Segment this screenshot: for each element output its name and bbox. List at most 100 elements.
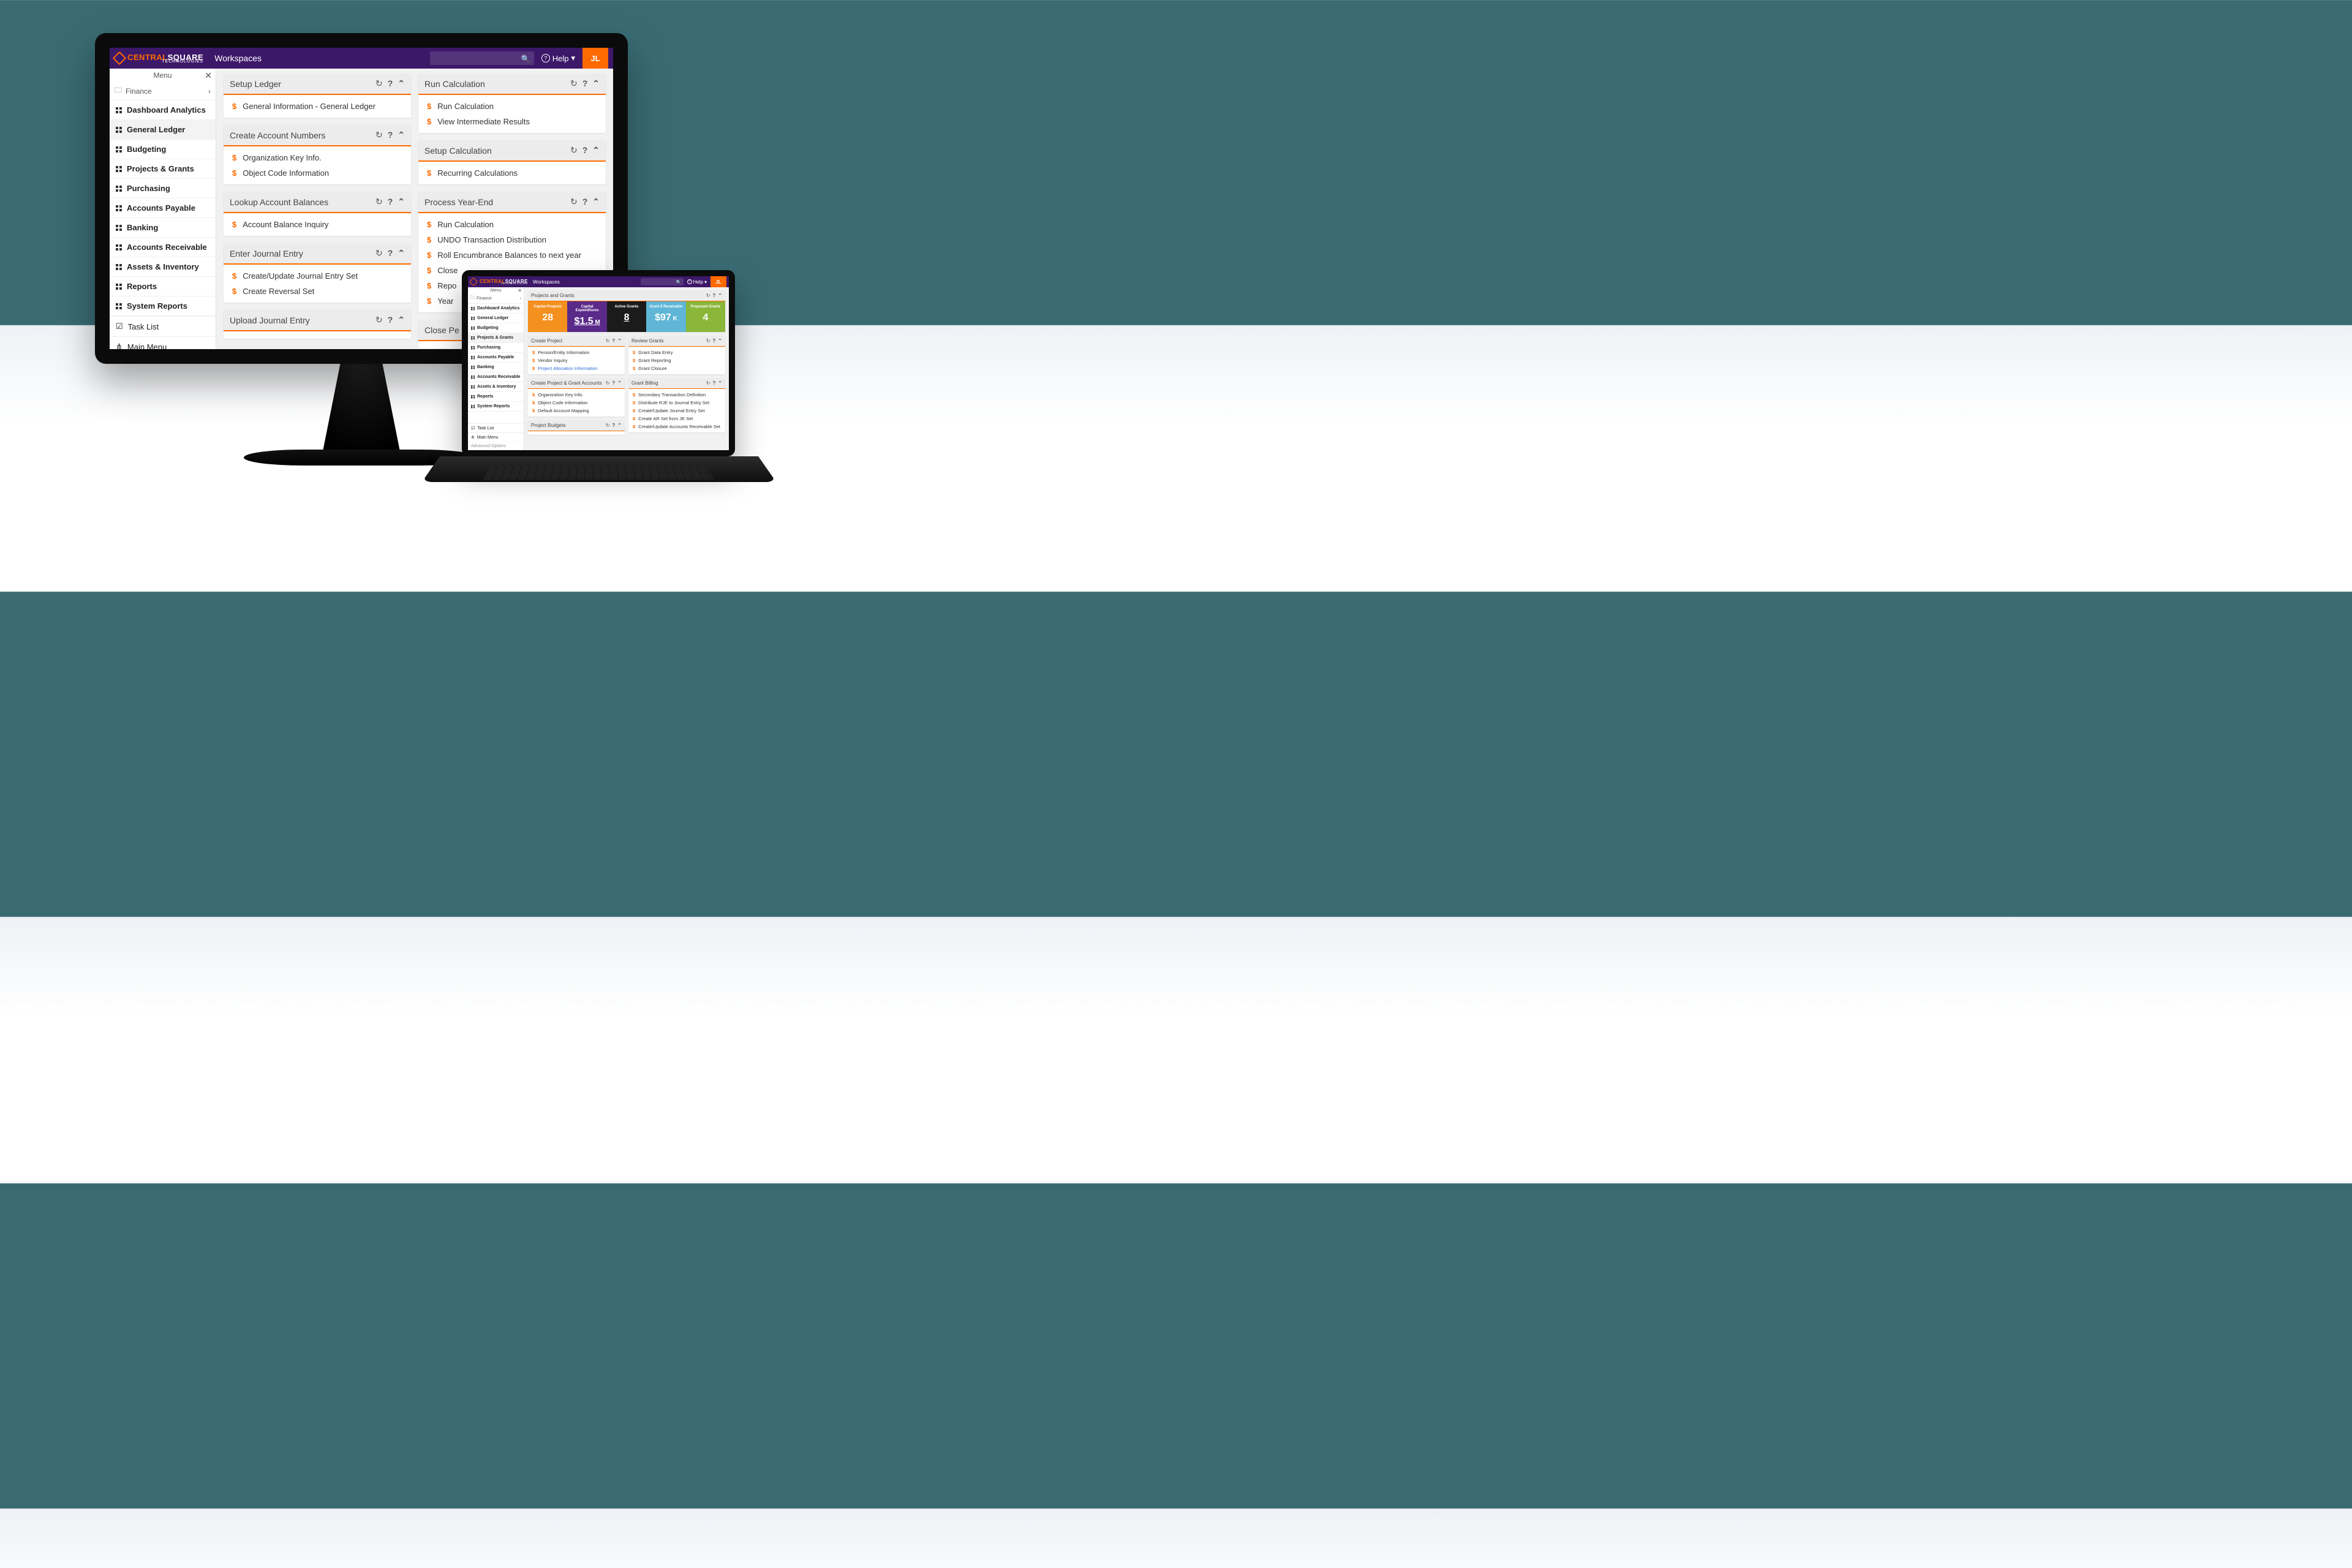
sidebar-item[interactable]: Accounts Receivable bbox=[468, 372, 524, 382]
refresh-icon[interactable] bbox=[706, 293, 710, 298]
help-icon[interactable] bbox=[582, 78, 588, 89]
card-item[interactable]: $Secondary Transaction Definition bbox=[628, 391, 725, 399]
chevup-icon[interactable] bbox=[718, 380, 722, 386]
chevup-icon[interactable] bbox=[592, 145, 600, 156]
refresh-icon[interactable] bbox=[606, 380, 610, 386]
card-item[interactable]: $Recurring Calculations bbox=[418, 165, 606, 181]
card-item[interactable]: $Create/Update Journal Entry Set bbox=[224, 268, 411, 284]
sidebar-item[interactable]: Purchasing bbox=[110, 179, 216, 198]
refresh-icon[interactable] bbox=[375, 248, 383, 258]
sidebar-item[interactable]: System Reports bbox=[110, 296, 216, 316]
chevup-icon[interactable] bbox=[718, 338, 722, 344]
card-item[interactable]: $UNDO Transaction Distribution bbox=[418, 232, 606, 247]
help-icon[interactable] bbox=[388, 248, 393, 258]
sidebar-item[interactable]: Purchasing bbox=[468, 343, 524, 353]
refresh-icon[interactable] bbox=[606, 423, 610, 428]
sidebar-item[interactable]: Budgeting bbox=[468, 323, 524, 333]
kpi-tile[interactable]: Capital Expenditures$1.5 M bbox=[567, 301, 606, 332]
refresh-icon[interactable] bbox=[706, 338, 710, 344]
user-avatar[interactable]: JL bbox=[582, 48, 608, 69]
sidebar-item[interactable]: Assets & Inventory bbox=[110, 257, 216, 277]
sidebar-item[interactable]: Reports bbox=[110, 277, 216, 296]
card-item[interactable]: $Create Reversal Set bbox=[224, 284, 411, 299]
card-item[interactable]: $Person/Entity Information bbox=[528, 349, 625, 356]
card-item[interactable]: $Project Allocation Information bbox=[528, 364, 625, 372]
sidebar-item[interactable]: Accounts Payable bbox=[468, 353, 524, 363]
help-icon[interactable] bbox=[582, 197, 588, 207]
sidebar-item[interactable]: Banking bbox=[110, 218, 216, 238]
sidebar-item[interactable]: Accounts Receivable bbox=[110, 238, 216, 257]
card-item[interactable]: $Create/Update Journal Entry Set bbox=[628, 407, 725, 415]
help-menu[interactable]: ? Help bbox=[541, 53, 575, 63]
card-item[interactable]: $Create AR Set from JE Set bbox=[628, 415, 725, 423]
chevup-icon[interactable] bbox=[398, 315, 405, 325]
chevup-icon[interactable] bbox=[592, 197, 600, 207]
card-item[interactable]: $Run Calculation bbox=[418, 99, 606, 114]
card-item[interactable]: $Roll Encumbrance Balances to next year bbox=[418, 247, 606, 263]
help-icon[interactable] bbox=[582, 145, 588, 156]
help-icon[interactable] bbox=[388, 78, 393, 89]
help-icon[interactable] bbox=[612, 338, 615, 344]
card-item[interactable]: $Grant Data Entry bbox=[628, 349, 725, 356]
sidebar-folder[interactable]: Finance bbox=[468, 294, 524, 304]
help-icon[interactable] bbox=[612, 423, 615, 428]
sidebar-item[interactable]: Budgeting bbox=[110, 140, 216, 159]
sidebar-advanced[interactable]: Advanced Options bbox=[468, 442, 524, 450]
card-item[interactable]: $Grant Closure bbox=[628, 364, 725, 372]
refresh-icon[interactable] bbox=[606, 338, 610, 344]
refresh-icon[interactable] bbox=[375, 130, 383, 140]
kpi-tile[interactable]: Grant $ Receivable$97 K bbox=[646, 301, 685, 332]
refresh-icon[interactable] bbox=[375, 197, 383, 207]
sidebar-item[interactable]: General Ledger bbox=[110, 120, 216, 140]
sidebar-folder[interactable]: Finance bbox=[110, 82, 216, 100]
help-menu[interactable]: ? Help bbox=[687, 279, 707, 285]
sidebar-item[interactable]: Projects & Grants bbox=[468, 333, 524, 343]
card-item[interactable]: $Object Code Information bbox=[224, 165, 411, 181]
help-icon[interactable] bbox=[712, 293, 715, 298]
card-item[interactable]: $Organization Key Info. bbox=[224, 150, 411, 165]
chevup-icon[interactable] bbox=[718, 293, 722, 298]
help-icon[interactable] bbox=[712, 338, 715, 344]
sidebar-tasklist[interactable]: Task List bbox=[468, 423, 524, 432]
user-avatar[interactable]: JL bbox=[710, 276, 726, 287]
card-item[interactable]: $Create/Update Accounts Receivable Set bbox=[628, 423, 725, 431]
card-item[interactable]: $Object Code Information bbox=[528, 399, 625, 407]
kpi-tile[interactable]: Capital Projects28 bbox=[528, 301, 567, 332]
sidebar-mainmenu[interactable]: ⋔ Main Menu bbox=[110, 336, 216, 349]
refresh-icon[interactable] bbox=[570, 145, 578, 156]
sidebar-item[interactable]: Projects & Grants bbox=[110, 159, 216, 179]
kpi-tile[interactable]: Proposed Grants4 bbox=[686, 301, 725, 332]
chevup-icon[interactable] bbox=[398, 130, 405, 140]
refresh-icon[interactable] bbox=[375, 315, 383, 325]
sidebar-mainmenu[interactable]: ⋔ Main Menu bbox=[468, 432, 524, 442]
help-icon[interactable] bbox=[388, 315, 393, 325]
refresh-icon[interactable] bbox=[570, 197, 578, 207]
sidebar-item[interactable]: Dashboard Analytics bbox=[468, 304, 524, 314]
close-icon[interactable] bbox=[205, 70, 212, 81]
kpi-tile[interactable]: Active Grants8 bbox=[607, 301, 646, 332]
help-icon[interactable] bbox=[712, 380, 715, 386]
sidebar-item[interactable]: System Reports bbox=[468, 402, 524, 412]
chevup-icon[interactable] bbox=[592, 78, 600, 89]
refresh-icon[interactable] bbox=[570, 78, 578, 89]
card-item[interactable]: $Vendor Inquiry bbox=[528, 356, 625, 364]
chevup-icon[interactable] bbox=[617, 380, 622, 386]
card-item[interactable]: $Default Account Mapping bbox=[528, 407, 625, 415]
chevup-icon[interactable] bbox=[617, 423, 622, 428]
chevup-icon[interactable] bbox=[398, 197, 405, 207]
chevup-icon[interactable] bbox=[398, 248, 405, 258]
card-item[interactable]: $Organization Key Info. bbox=[528, 391, 625, 399]
sidebar-item[interactable]: Banking bbox=[468, 363, 524, 372]
sidebar-item[interactable]: Reports bbox=[468, 392, 524, 402]
help-icon[interactable] bbox=[388, 130, 393, 140]
card-item[interactable]: $Account Balance Inquiry bbox=[224, 217, 411, 232]
chevup-icon[interactable] bbox=[617, 338, 622, 344]
help-icon[interactable] bbox=[388, 197, 393, 207]
card-item[interactable]: $Distribute RJE to Journal Entry Set bbox=[628, 399, 725, 407]
card-item[interactable]: $Grant Reporting bbox=[628, 356, 725, 364]
card-item[interactable]: $Run Calculation bbox=[418, 217, 606, 232]
sidebar-tasklist[interactable]: Task List bbox=[110, 316, 216, 336]
global-search-input[interactable] bbox=[641, 278, 684, 285]
refresh-icon[interactable] bbox=[706, 380, 710, 386]
refresh-icon[interactable] bbox=[375, 78, 383, 89]
